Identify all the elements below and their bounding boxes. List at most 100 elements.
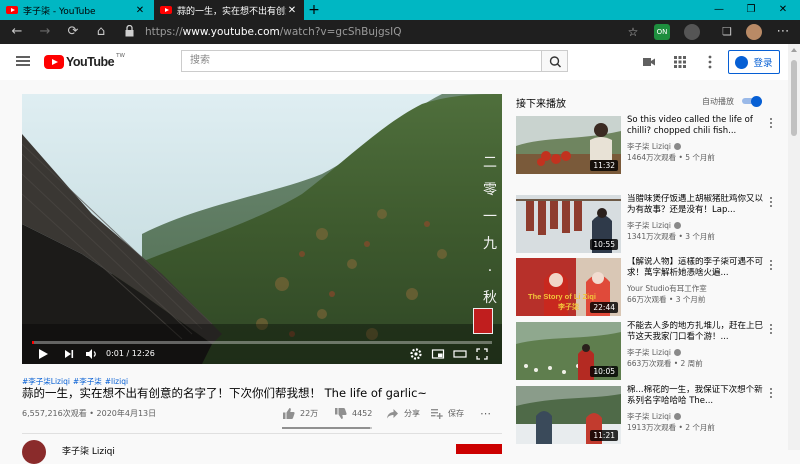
channel-name: 李子柒 Liziqi xyxy=(627,347,682,358)
scroll-up-arrow-icon[interactable] xyxy=(791,48,797,52)
like-dislike-ratio-bar xyxy=(282,427,372,429)
autoplay-toggle[interactable] xyxy=(742,96,764,107)
video-frame xyxy=(22,94,502,364)
video-thumbnail[interactable]: 10:55 xyxy=(516,195,621,253)
back-button[interactable]: ← xyxy=(6,20,28,44)
up-next-header: 接下来播放 xyxy=(516,99,566,110)
verified-badge-icon xyxy=(674,413,682,420)
sign-in-button[interactable]: 登录 xyxy=(728,50,780,74)
close-tab-icon[interactable]: ✕ xyxy=(134,5,146,16)
browser-toolbar: ← → ⟳ ⌂ https://www.youtube.com/watch?v=… xyxy=(0,20,800,44)
section-divider xyxy=(22,433,502,434)
video-thumbnail[interactable]: 10:05 xyxy=(516,322,621,380)
home-button[interactable]: ⌂ xyxy=(90,20,112,44)
video-time-readout: 0:01 / 12:26 xyxy=(106,349,155,358)
thumbnail-caption: 李子柒 xyxy=(558,303,579,311)
like-button[interactable]: 22万 xyxy=(282,405,318,421)
up-next-item[interactable]: 10:55 当腊味煲仔饭遇上胡椒猪肚鸡你又以为有故事？还是没有！Lap... 李… xyxy=(516,194,776,253)
video-player[interactable]: 二 零 一 九 · 秋 0:01 / 12:26 xyxy=(22,94,502,364)
up-next-item[interactable]: 10:05 不能去人多的地方扎堆儿，赶在上巳节这天我家门口看个游！... 李子柒… xyxy=(516,321,776,380)
extension-shield-icon[interactable] xyxy=(684,24,700,40)
browser-tab-strip: 李子柒 - YouTube ✕ 蒜的一生，实在想不出有创意的 ✕ + — ❐ ✕ xyxy=(0,0,800,20)
video-title[interactable]: 当腊味煲仔饭遇上胡椒猪肚鸡你又以为有故事？还是没有！Lap... xyxy=(627,194,767,216)
profile-avatar[interactable] xyxy=(746,24,762,40)
bookmark-star-icon[interactable]: ☆ xyxy=(622,20,644,44)
item-menu-icon[interactable] xyxy=(768,259,774,271)
collections-icon[interactable]: ❏ xyxy=(716,20,738,44)
video-views-date: 6,557,216次观看 • 2020年4月13日 xyxy=(22,409,157,418)
item-menu-icon[interactable] xyxy=(768,117,774,129)
up-next-item[interactable]: The Story of Li Ziqi 李子柒 22:44 【解说人物】這樣的… xyxy=(516,257,776,316)
share-button[interactable]: 分享 xyxy=(386,405,420,421)
fullscreen-icon[interactable] xyxy=(475,347,489,361)
reload-button[interactable]: ⟳ xyxy=(62,20,84,44)
address-bar-url[interactable]: https://www.youtube.com/watch?v=gcShBujg… xyxy=(145,20,401,44)
new-tab-button[interactable]: + xyxy=(306,0,322,20)
tab-title: 蒜的一生，实在想不出有创意的 xyxy=(177,6,286,17)
maximize-window-button[interactable]: ❐ xyxy=(740,0,762,20)
theater-mode-icon[interactable] xyxy=(453,347,467,361)
video-title[interactable]: 不能去人多的地方扎堆儿，赶在上巳节这天我家门口看个游！... xyxy=(627,321,767,343)
apps-grid-icon[interactable] xyxy=(672,54,688,70)
video-thumbnail[interactable]: The Story of Li Ziqi 李子柒 22:44 xyxy=(516,258,621,316)
scrollbar-thumb[interactable] xyxy=(791,60,797,136)
play-icon[interactable] xyxy=(36,347,50,361)
more-actions-icon[interactable]: ⋯ xyxy=(480,405,491,421)
close-tab-icon[interactable]: ✕ xyxy=(286,5,298,16)
up-next-item[interactable]: 11:21 棉...棉花的一生，我保证下次想个新系列名字哈哈哈 The... 李… xyxy=(516,385,776,444)
video-meta: 1341万次观看 • 3 个月前 xyxy=(627,232,715,241)
autoplay-label: 自动播放 xyxy=(702,97,734,106)
dislike-button[interactable]: 4452 xyxy=(334,405,372,421)
video-duration: 10:55 xyxy=(590,239,618,250)
lock-icon xyxy=(125,25,134,37)
verified-badge-icon xyxy=(674,349,682,356)
item-menu-icon[interactable] xyxy=(768,323,774,335)
up-next-item[interactable]: 11:32 So this video called the life of c… xyxy=(516,115,776,174)
youtube-masthead: YouTube TW 搜索 登录 xyxy=(0,44,788,80)
youtube-logo[interactable]: YouTube TW xyxy=(44,53,125,69)
next-video-icon[interactable] xyxy=(62,347,76,361)
video-title: 蒜的一生，实在想不出有创意的名字了！下次你们帮我想！ The life of g… xyxy=(22,386,428,400)
browser-tab-current-video[interactable]: 蒜的一生，实在想不出有创意的 ✕ xyxy=(154,0,304,20)
video-thumbnail[interactable]: 11:32 xyxy=(516,116,621,174)
item-menu-icon[interactable] xyxy=(768,387,774,399)
forward-button[interactable]: → xyxy=(34,20,56,44)
create-video-icon[interactable] xyxy=(641,54,657,70)
video-title[interactable]: So this video called the life of chilli?… xyxy=(627,115,767,137)
miniplayer-icon[interactable] xyxy=(431,347,445,361)
channel-name: 李子柒 Liziqi xyxy=(627,411,682,422)
subscribe-button[interactable] xyxy=(456,444,502,454)
search-input[interactable]: 搜索 xyxy=(181,50,541,72)
search-button[interactable] xyxy=(541,50,568,72)
extension-toggle-icon[interactable]: ON xyxy=(654,24,670,40)
player-controls: 0:01 / 12:26 xyxy=(22,344,502,364)
settings-gear-icon[interactable] xyxy=(409,347,423,361)
channel-name: Your Studio有耳工作室 xyxy=(627,284,707,293)
video-meta: 1464万次观看 • 5 个月前 xyxy=(627,153,715,162)
video-duration: 22:44 xyxy=(590,302,618,313)
thumbs-up-icon xyxy=(283,407,295,419)
video-title[interactable]: 棉...棉花的一生，我保证下次想个新系列名字哈哈哈 The... xyxy=(627,385,767,407)
channel-avatar[interactable] xyxy=(22,440,46,464)
youtube-favicon-icon xyxy=(160,6,172,14)
page-scrollbar[interactable] xyxy=(788,44,800,450)
video-thumbnail[interactable]: 11:21 xyxy=(516,386,621,444)
item-menu-icon[interactable] xyxy=(768,196,774,208)
video-title[interactable]: 【解说人物】這樣的李子柒可遇不可求！萬字解析她憑啥火遍... xyxy=(627,257,767,279)
browser-menu-icon[interactable]: ⋯ xyxy=(772,20,794,44)
channel-name[interactable]: 李子柒 Liziqi xyxy=(62,444,115,457)
settings-more-icon[interactable] xyxy=(702,54,718,70)
tab-title: 李子柒 - YouTube xyxy=(23,6,96,17)
save-button[interactable]: 保存 xyxy=(430,405,464,421)
minimize-window-button[interactable]: — xyxy=(708,0,730,20)
video-duration: 10:05 xyxy=(590,366,618,377)
video-meta: 1913万次观看 • 2 个月前 xyxy=(627,423,715,432)
browser-tab-liziqi-channel[interactable]: 李子柒 - YouTube ✕ xyxy=(0,0,152,20)
search-icon xyxy=(549,56,561,68)
video-meta: 66万次观看 • 3 个月前 xyxy=(627,295,706,304)
guide-menu-icon[interactable] xyxy=(16,56,30,66)
volume-icon[interactable] xyxy=(84,347,98,361)
save-playlist-icon xyxy=(431,408,443,419)
close-window-button[interactable]: ✕ xyxy=(772,0,794,20)
video-duration: 11:32 xyxy=(590,160,618,171)
